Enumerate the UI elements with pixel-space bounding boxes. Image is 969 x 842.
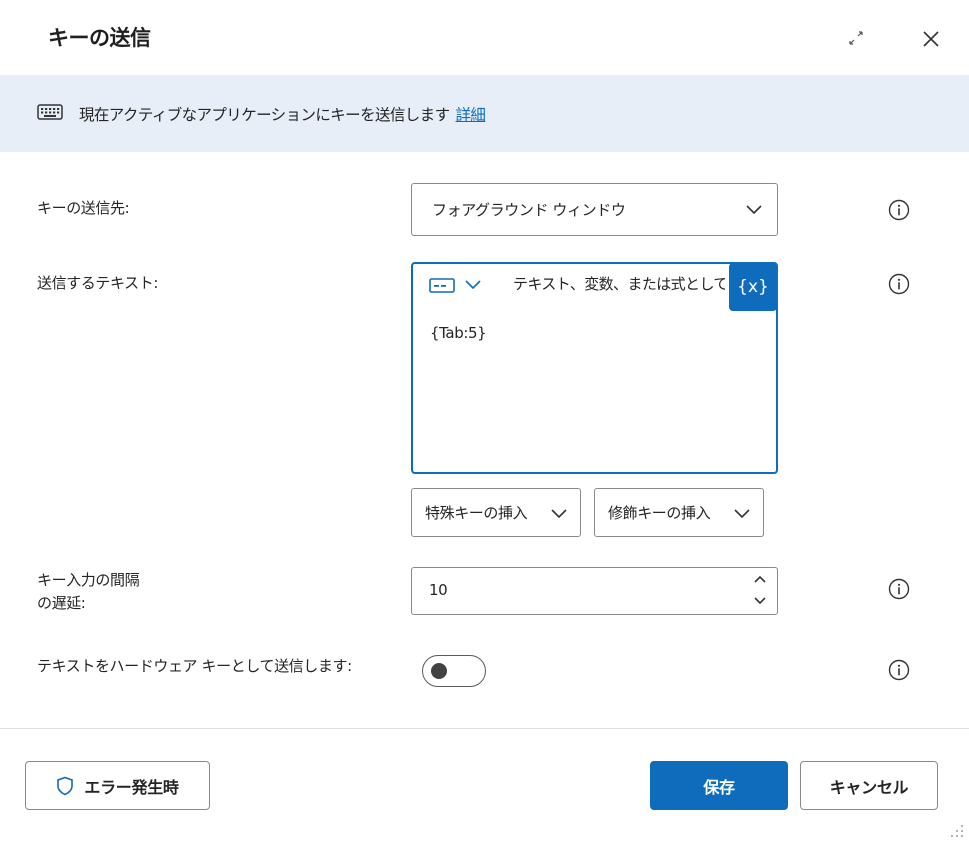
toggle-knob xyxy=(431,663,447,679)
keyboard-icon xyxy=(37,104,63,120)
hardware-keys-toggle[interactable] xyxy=(422,655,486,687)
chevron-down-icon xyxy=(465,280,481,290)
banner-text: 現在アクティブなアプリケーションにキーを送信します 詳細 xyxy=(79,103,486,125)
text-label: 送信するテキスト: xyxy=(37,274,159,292)
insert-variable-button[interactable]: {x} xyxy=(729,263,777,311)
target-select-value: フォアグラウンド ウィンドウ xyxy=(432,201,626,219)
input-mode-toggle[interactable] xyxy=(428,276,482,294)
text-placeholder: テキスト、変数、または式として xyxy=(513,275,725,293)
footer-divider xyxy=(0,728,969,729)
expand-button[interactable] xyxy=(844,26,868,50)
info-icon[interactable] xyxy=(888,199,910,221)
expand-icon xyxy=(849,31,863,45)
delay-input[interactable]: 10 xyxy=(411,567,778,615)
chevron-down-icon xyxy=(551,509,567,519)
on-error-button[interactable]: エラー発生時 xyxy=(25,761,210,810)
target-select[interactable]: フォアグラウンド ウィンドウ xyxy=(411,183,778,236)
dialog-title: キーの送信 xyxy=(48,26,151,50)
info-icon[interactable] xyxy=(888,273,910,295)
text-mode-icon xyxy=(429,278,455,293)
on-error-label: エラー発生時 xyxy=(84,777,179,797)
hardware-keys-label: テキストをハードウェア キーとして送信します: xyxy=(37,657,352,675)
resize-grip-icon[interactable] xyxy=(949,823,965,839)
chevron-down-icon xyxy=(734,509,750,519)
banner-description: 現在アクティブなアプリケーションにキーを送信します xyxy=(79,106,450,124)
shield-icon xyxy=(57,776,74,795)
save-button[interactable]: 保存 xyxy=(650,761,788,810)
chevron-up-icon[interactable] xyxy=(753,574,767,584)
insert-special-key-select[interactable]: 特殊キーの挿入 xyxy=(411,488,581,537)
info-icon[interactable] xyxy=(888,578,910,600)
details-link[interactable]: 詳細 xyxy=(456,106,486,124)
chevron-down-icon[interactable] xyxy=(753,596,767,606)
text-value: {Tab:5} xyxy=(430,324,487,342)
delay-value: 10 xyxy=(429,581,448,599)
delay-label: キー入力の間隔 の遅延: xyxy=(37,569,140,615)
target-label: キーの送信先: xyxy=(37,199,130,217)
delay-label-line1: キー入力の間隔 xyxy=(37,571,140,589)
close-button[interactable] xyxy=(918,26,944,52)
chevron-down-icon xyxy=(746,205,762,215)
modifier-key-label: 修飾キーの挿入 xyxy=(608,504,711,522)
info-icon[interactable] xyxy=(888,659,910,681)
special-key-label: 特殊キーの挿入 xyxy=(425,504,528,522)
insert-modifier-key-select[interactable]: 修飾キーの挿入 xyxy=(594,488,764,537)
cancel-button[interactable]: キャンセル xyxy=(800,761,938,810)
close-icon xyxy=(923,31,939,47)
delay-label-line2: の遅延: xyxy=(37,594,86,612)
